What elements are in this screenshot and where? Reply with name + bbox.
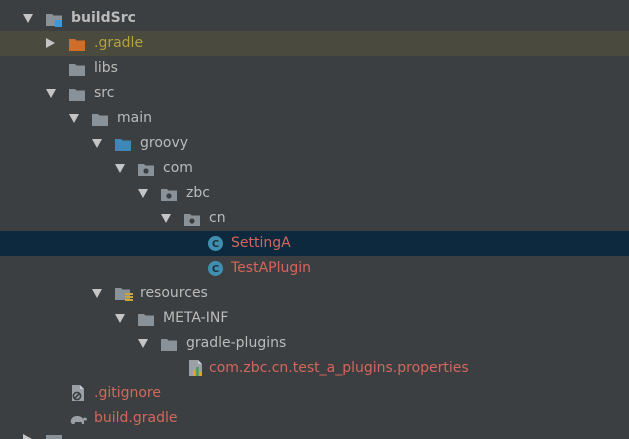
tree-label: SettingA xyxy=(231,235,291,251)
collapse-arrow-icon[interactable] xyxy=(161,214,171,223)
tree-row-gitignore[interactable]: .gitignore xyxy=(0,381,629,406)
tree-label: cn xyxy=(209,210,226,226)
tree-row-main[interactable]: main xyxy=(0,106,629,131)
groovy-class-icon: C xyxy=(207,260,223,276)
tree-row-src[interactable]: src xyxy=(0,81,629,106)
package-icon xyxy=(184,211,200,226)
excluded-folder-icon xyxy=(69,36,85,51)
tree-label: groovy xyxy=(140,135,189,151)
properties-file-icon xyxy=(188,359,204,376)
collapse-arrow-icon[interactable] xyxy=(115,164,125,173)
tree-label: zbc xyxy=(186,185,210,201)
package-icon xyxy=(161,186,177,201)
resources-root-folder-icon xyxy=(115,286,133,301)
source-root-folder-icon xyxy=(115,136,131,151)
collapse-arrow-icon[interactable] xyxy=(46,89,56,98)
collapse-arrow-icon[interactable] xyxy=(92,289,102,298)
collapse-arrow-icon[interactable] xyxy=(92,139,102,148)
tree-row-build-gradle[interactable]: build.gradle xyxy=(0,406,629,431)
ignore-file-icon xyxy=(71,384,87,401)
collapse-arrow-icon[interactable] xyxy=(23,14,33,23)
tree-label: com.zbc.cn.test_a_plugins.properties xyxy=(209,360,469,376)
tree-row-groovy[interactable]: groovy xyxy=(0,131,629,156)
gradle-elephant-icon xyxy=(69,411,87,426)
tree-row-partial[interactable] xyxy=(0,433,629,439)
package-icon xyxy=(138,161,154,176)
tree-row-cn[interactable]: cn xyxy=(0,206,629,231)
tree-row-meta-inf[interactable]: META-INF xyxy=(0,306,629,331)
expand-arrow-icon[interactable] xyxy=(23,434,32,439)
tree-row-resources[interactable]: resources xyxy=(0,281,629,306)
collapse-arrow-icon[interactable] xyxy=(138,189,148,198)
tree-label: com xyxy=(163,160,193,176)
folder-icon xyxy=(138,311,154,326)
tree-row-buildsrc[interactable]: buildSrc xyxy=(0,6,629,31)
tree-label: META-INF xyxy=(163,310,229,326)
tree-row-libs[interactable]: libs xyxy=(0,56,629,81)
expand-arrow-icon[interactable] xyxy=(46,38,55,48)
tree-row-zbc[interactable]: zbc xyxy=(0,181,629,206)
tree-label: src xyxy=(94,85,115,101)
tree-row-com[interactable]: com xyxy=(0,156,629,181)
tree-row-settinga[interactable]: C SettingA xyxy=(0,231,629,256)
tree-row-gradle-plugins[interactable]: gradle-plugins xyxy=(0,331,629,356)
project-tree[interactable]: buildSrc .gradle libs src main groovy co… xyxy=(0,0,629,439)
folder-icon xyxy=(92,111,108,126)
collapse-arrow-icon[interactable] xyxy=(115,314,125,323)
module-folder-icon xyxy=(46,11,62,27)
folder-icon xyxy=(161,336,177,351)
folder-icon xyxy=(69,86,85,101)
tree-label: TestAPlugin xyxy=(231,260,312,276)
collapse-arrow-icon[interactable] xyxy=(69,114,79,123)
tree-row-gradle-dir[interactable]: .gradle xyxy=(0,31,629,56)
tree-label: .gradle xyxy=(94,35,144,51)
tree-label: gradle-plugins xyxy=(186,335,287,351)
groovy-class-icon: C xyxy=(207,235,223,251)
tree-label: buildSrc xyxy=(71,10,136,26)
collapse-arrow-icon[interactable] xyxy=(138,339,148,348)
tree-row-properties-file[interactable]: com.zbc.cn.test_a_plugins.properties xyxy=(0,356,629,381)
tree-label: .gitignore xyxy=(94,385,161,401)
tree-label: resources xyxy=(140,285,208,301)
folder-icon xyxy=(46,435,62,439)
tree-row-testaplugin[interactable]: C TestAPlugin xyxy=(0,256,629,281)
svg-text:C: C xyxy=(212,264,219,275)
svg-text:C: C xyxy=(212,239,219,250)
tree-label: main xyxy=(117,110,152,126)
folder-icon xyxy=(69,61,85,76)
tree-label: libs xyxy=(94,60,118,76)
tree-label: build.gradle xyxy=(94,410,178,426)
